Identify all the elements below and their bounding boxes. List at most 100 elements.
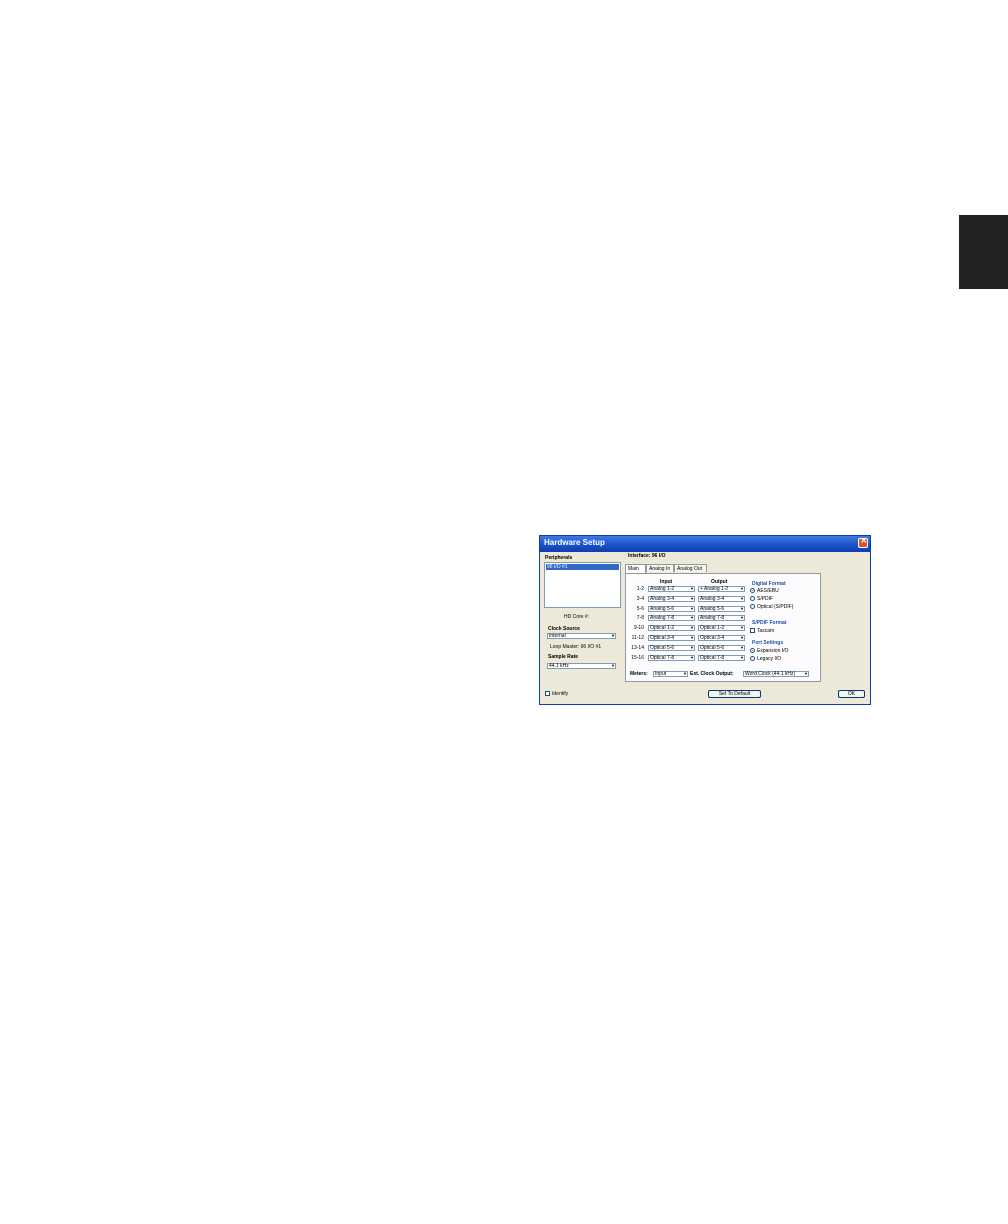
legacy-io-radio[interactable] (750, 656, 755, 661)
output-routing-select[interactable]: Analog 5-6 ▼ (698, 605, 745, 612)
output-routing-select[interactable]: Optical 5-6 ▼ (698, 644, 745, 651)
output-routing-select[interactable]: Analog 7-8 ▼ (698, 615, 745, 622)
tab-analog-in-label: Analog In (649, 566, 671, 572)
output-routing-select[interactable]: Optical 1-2 ▼ (698, 625, 745, 632)
expansion-io-radio[interactable] (750, 648, 755, 653)
input-routing-value: Optical 5-6 (650, 644, 675, 651)
identify-label: Identify (552, 691, 569, 697)
tab-analog-out[interactable]: Analog Out (674, 564, 707, 572)
channel-label: 15-16 (631, 654, 644, 661)
ok-button[interactable]: OK (838, 690, 865, 698)
peripherals-list[interactable]: 96 I/O #1 (544, 562, 621, 608)
output-routing-value: Optical 3-4 (700, 635, 725, 641)
chevron-down-icon: ▼ (690, 625, 694, 631)
input-routing-value: Analog 5-6 (650, 605, 675, 612)
chevron-down-icon: ▼ (690, 615, 694, 621)
expansion-io-label: Expansion I/O (757, 648, 789, 654)
tab-main-label: Main (628, 566, 639, 572)
close-button[interactable]: × (858, 536, 868, 548)
chevron-down-icon: ▼ (740, 586, 744, 591)
tab-analog-in[interactable]: Analog In (646, 564, 674, 572)
set-to-default-label: Set To Default (718, 691, 751, 697)
chapter-side-tab (959, 215, 1008, 289)
hd-core-label: HD Core #: (564, 614, 590, 620)
channel-label: 5-6 (636, 605, 644, 612)
input-routing-select[interactable]: Optical 5-6 ▼ (648, 644, 695, 651)
input-column-header: Input (660, 579, 673, 585)
optical-spdif-label: Optical (S/PDIF) (757, 604, 794, 610)
window-title: Hardware Setup (544, 538, 605, 547)
chevron-down-icon: ▼ (690, 644, 694, 650)
tascam-checkbox[interactable] (750, 628, 755, 633)
tab-main[interactable]: Main (625, 564, 646, 573)
channel-label: 11-12 (631, 635, 644, 641)
spdif-radio[interactable] (750, 596, 755, 601)
input-routing-value: Analog 3-4 (650, 595, 675, 602)
clock-source-value: Internal (549, 633, 566, 639)
channel-label: 7-8 (636, 615, 644, 622)
hardware-setup-dialog: Hardware Setup × Peripherals 96 I/O #1 H… (539, 535, 871, 705)
sample-rate-select[interactable]: 44.1 kHz ▼ (547, 663, 616, 669)
ext-clock-select[interactable]: Word Clock (44.1 kHz) ▼ (743, 671, 809, 677)
chevron-down-icon: ▼ (740, 635, 744, 640)
channel-label: 9-10 (633, 625, 644, 632)
input-routing-value: Analog 7-8 (650, 615, 675, 622)
chevron-down-icon: ▼ (611, 633, 615, 638)
main-tab-panel: Input Output 1-2 Analog 1-2 ▼ + Analog 1-2 ▼… (625, 573, 821, 682)
tascam-label: Tascam (757, 628, 775, 634)
chevron-down-icon: ▼ (740, 625, 744, 631)
input-routing-select[interactable]: Optical 7-8 ▼ (648, 654, 695, 661)
ok-label: OK (847, 691, 856, 697)
input-routing-select[interactable]: Optical 3-4 ▼ (648, 635, 695, 641)
tab-analog-out-label: Analog Out (677, 566, 703, 572)
output-column-header: Output (711, 579, 728, 585)
input-routing-select[interactable]: Analog 7-8 ▼ (648, 615, 695, 622)
chevron-down-icon: ▼ (740, 615, 744, 621)
output-routing-value: Optical 5-6 (700, 644, 725, 651)
output-routing-value: Analog 7-8 (700, 615, 725, 622)
chevron-down-icon: ▼ (740, 644, 744, 650)
input-routing-select[interactable]: Analog 3-4 ▼ (648, 595, 695, 602)
optical-spdif-radio[interactable] (750, 604, 755, 609)
meters-value: Input (655, 671, 667, 677)
input-routing-value: Analog 1-2 (650, 586, 675, 592)
chevron-down-icon: ▼ (740, 654, 744, 660)
output-routing-value: Optical 1-2 (700, 625, 725, 632)
chevron-down-icon: ▼ (690, 605, 694, 611)
input-routing-value: Optical 1-2 (650, 625, 675, 632)
chevron-down-icon: ▼ (740, 595, 744, 601)
input-routing-value: Optical 7-8 (650, 654, 675, 661)
peripherals-list-item[interactable]: 96 I/O #1 (546, 564, 619, 570)
close-icon: × (860, 536, 868, 546)
input-routing-select[interactable]: Analog 1-2 ▼ (648, 586, 695, 592)
chevron-down-icon: ▼ (683, 671, 687, 676)
aes-ebu-radio[interactable] (750, 588, 755, 593)
chevron-down-icon: ▼ (690, 595, 694, 601)
channel-label: 1-2 (636, 586, 644, 592)
input-routing-select[interactable]: Optical 1-2 ▼ (648, 625, 695, 632)
output-routing-select[interactable]: Optical 7-8 ▼ (698, 654, 745, 661)
output-routing-value: + Analog 1-2 (700, 586, 729, 592)
title-bar[interactable]: Hardware Setup × (540, 536, 870, 552)
chevron-down-icon: ▼ (740, 605, 744, 611)
output-routing-select[interactable]: Analog 3-4 ▼ (698, 595, 745, 602)
sample-rate-value: 44.1 kHz (549, 663, 569, 669)
chevron-down-icon: ▼ (690, 635, 694, 640)
chevron-down-icon: ▼ (690, 654, 694, 660)
output-routing-select[interactable]: Optical 3-4 ▼ (698, 635, 745, 641)
input-routing-value: Optical 3-4 (650, 635, 675, 641)
sample-rate-label: Sample Rate (548, 654, 579, 660)
clock-source-select[interactable]: Internal ▼ (547, 633, 616, 639)
output-routing-value: Analog 5-6 (700, 605, 725, 612)
meters-select[interactable]: Input ▼ (653, 671, 688, 677)
input-routing-select[interactable]: Analog 5-6 ▼ (648, 605, 695, 612)
chevron-down-icon: ▼ (804, 671, 808, 676)
port-settings-label: Port Settings (752, 640, 784, 646)
output-routing-value: Analog 3-4 (700, 595, 725, 602)
chevron-down-icon: ▼ (690, 586, 694, 591)
identify-checkbox[interactable] (545, 691, 550, 696)
loop-master-text: Loop Master: 96 I/O #1 (550, 644, 602, 650)
meters-label: Meters: (630, 671, 648, 677)
output-routing-select[interactable]: + Analog 1-2 ▼ (698, 586, 745, 592)
set-to-default-button[interactable]: Set To Default (708, 690, 761, 698)
